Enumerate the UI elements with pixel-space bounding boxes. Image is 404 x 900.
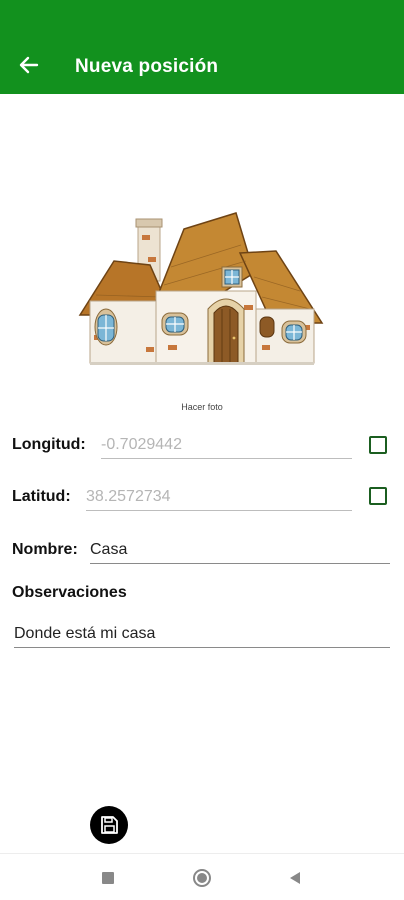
longitude-field[interactable]: -0.7029442	[101, 433, 352, 459]
photo-button[interactable]	[76, 205, 326, 370]
house-image	[78, 212, 324, 365]
square-icon	[102, 872, 114, 884]
recents-button[interactable]	[98, 868, 118, 888]
latitude-label: Latitud:	[12, 488, 71, 505]
app-toolbar: Nueva posición	[0, 0, 404, 94]
latitude-field[interactable]: 38.2572734	[86, 485, 352, 511]
take-photo-caption[interactable]: Hacer foto	[0, 402, 404, 412]
name-field[interactable]: Casa	[90, 538, 390, 564]
name-label: Nombre:	[12, 541, 78, 558]
save-button[interactable]	[90, 806, 128, 844]
triangle-back-icon	[290, 872, 300, 884]
notes-label: Observaciones	[12, 584, 127, 601]
system-back-button[interactable]	[285, 868, 305, 888]
notes-field[interactable]: Donde está mi casa	[14, 622, 390, 648]
longitude-label: Longitud:	[12, 436, 86, 453]
latitude-checkbox[interactable]	[369, 487, 387, 505]
back-button[interactable]	[14, 50, 44, 80]
longitude-checkbox[interactable]	[369, 436, 387, 454]
circle-icon	[193, 869, 211, 887]
page-title: Nueva posición	[75, 56, 219, 77]
arrow-back-icon	[19, 56, 39, 74]
app-screen: Nueva posición Hacer foto Longitud: -0.7…	[0, 0, 404, 900]
home-button[interactable]	[192, 868, 212, 888]
save-icon	[101, 816, 118, 834]
system-navigation-bar	[0, 853, 404, 900]
